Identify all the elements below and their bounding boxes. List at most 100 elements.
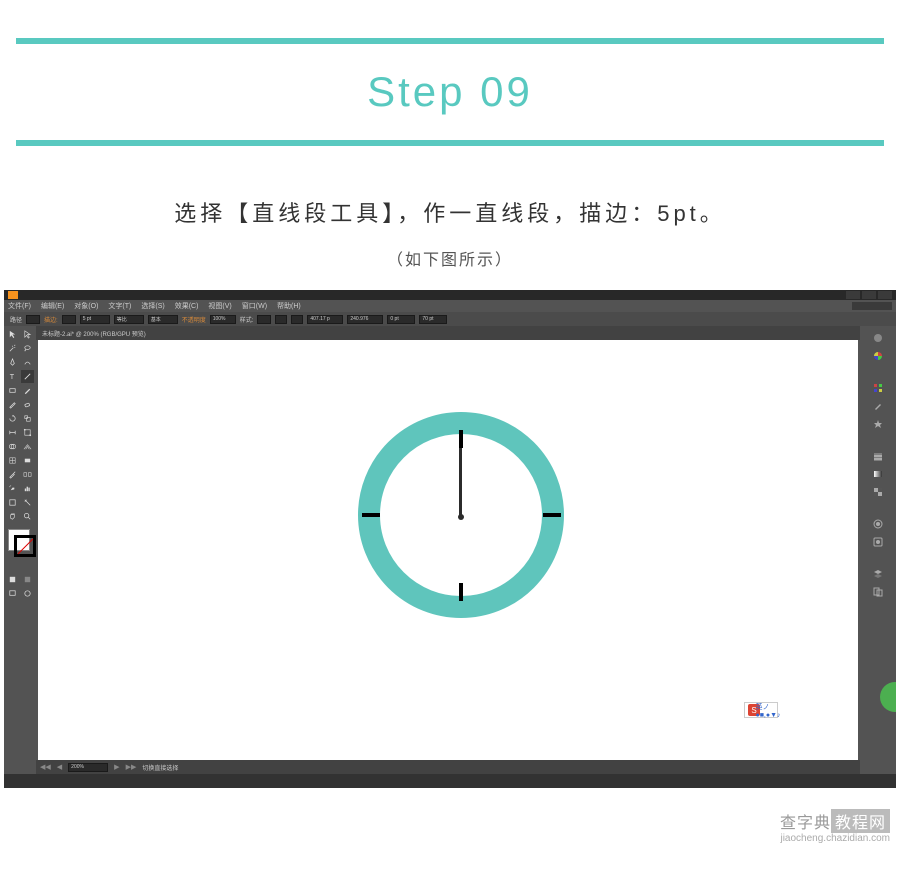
pen-tool[interactable] <box>6 356 19 369</box>
ime-toolbar[interactable]: S 英ノ●■,●▼♪ <box>744 702 778 718</box>
free-transform-tool[interactable] <box>21 426 34 439</box>
screen-mode-icon[interactable] <box>6 587 19 600</box>
shape-builder-tool[interactable] <box>6 440 19 453</box>
svg-text:T: T <box>10 372 15 381</box>
step-title: Step 09 <box>0 44 900 140</box>
style-swatch[interactable] <box>257 315 271 324</box>
artboard-tool[interactable] <box>6 496 19 509</box>
direct-selection-tool[interactable] <box>21 328 34 341</box>
canvas[interactable]: S 英ノ●■,●▼♪ <box>38 340 858 760</box>
menu-help[interactable]: 帮助(H) <box>277 301 301 311</box>
scale-tool[interactable] <box>21 412 34 425</box>
stroke-swatch[interactable] <box>62 315 76 324</box>
rotate-tool[interactable] <box>6 412 19 425</box>
menu-select[interactable]: 选择(S) <box>141 301 164 311</box>
brush-definition[interactable]: 基本 <box>148 315 178 324</box>
titlebar <box>4 290 896 300</box>
blend-tool[interactable] <box>21 468 34 481</box>
tick-6 <box>459 583 463 601</box>
color-guide-panel-icon[interactable] <box>870 348 886 364</box>
artboards-panel-icon[interactable] <box>870 584 886 600</box>
appearance-panel-icon[interactable] <box>870 516 886 532</box>
line-segment-tool[interactable] <box>21 370 34 383</box>
tick-3 <box>543 513 561 517</box>
menu-object[interactable]: 对象(O) <box>74 301 98 311</box>
gradient-mode-icon[interactable] <box>21 573 34 586</box>
menu-view[interactable]: 视图(V) <box>208 301 231 311</box>
gradient-tool[interactable] <box>21 454 34 467</box>
nav-first-icon[interactable]: ◀◀ <box>40 763 51 771</box>
style-label: 样式: <box>240 315 254 324</box>
stroke-profile[interactable]: 等比 <box>114 315 144 324</box>
nav-next-icon[interactable]: ▶ <box>114 763 119 771</box>
width-tool[interactable] <box>6 426 19 439</box>
rectangle-tool[interactable] <box>6 384 19 397</box>
gradient-panel-icon[interactable] <box>870 466 886 482</box>
h-input[interactable]: 70 pt <box>419 315 447 324</box>
nav-prev-icon[interactable]: ◀ <box>57 763 62 771</box>
paintbrush-tool[interactable] <box>21 384 34 397</box>
pencil-tool[interactable] <box>6 398 19 411</box>
menu-effect[interactable]: 效果(C) <box>175 301 199 311</box>
draw-mode-icon[interactable] <box>21 587 34 600</box>
transparency-panel-icon[interactable] <box>870 484 886 500</box>
color-panel-icon[interactable] <box>870 330 886 346</box>
watermark-url: jiaocheng.chazidian.com <box>780 833 890 844</box>
search-input[interactable] <box>852 302 892 310</box>
type-tool[interactable]: T <box>6 370 19 383</box>
magic-wand-tool[interactable] <box>6 342 19 355</box>
brushes-panel-icon[interactable] <box>870 398 886 414</box>
ime-status: 英ノ●■,●▼♪ <box>762 704 774 716</box>
eraser-tool[interactable] <box>21 398 34 411</box>
zoom-input[interactable]: 200% <box>68 763 108 772</box>
perspective-grid-tool[interactable] <box>21 440 34 453</box>
document-tab[interactable]: 未标题-2.ai* @ 200% (RGB/GPU 预览) <box>36 326 860 340</box>
curvature-tool[interactable] <box>21 356 34 369</box>
y-input[interactable]: 240.976 <box>347 315 383 324</box>
zoom-tool[interactable] <box>21 510 34 523</box>
stroke-label: 描边: <box>44 315 58 324</box>
slice-tool[interactable] <box>21 496 34 509</box>
fill-swatch[interactable] <box>26 315 40 324</box>
swatches-panel-icon[interactable] <box>870 380 886 396</box>
column-graph-tool[interactable] <box>21 482 34 495</box>
align-icon[interactable] <box>275 315 287 324</box>
stroke-panel-icon[interactable] <box>870 448 886 464</box>
illustrator-window: 文件(F) 编辑(E) 对象(O) 文字(T) 选择(S) 效果(C) 视图(V… <box>4 290 896 788</box>
stroke-weight-input[interactable]: 5 pt <box>80 315 110 324</box>
shape-icon[interactable] <box>291 315 303 324</box>
watermark-box: 教程网 <box>831 809 890 833</box>
w-input[interactable]: 0 pt <box>387 315 415 324</box>
nav-last-icon[interactable]: ▶▶ <box>126 763 137 771</box>
opacity-label: 不透明度 <box>182 315 206 324</box>
clock-center-dot <box>458 514 464 520</box>
opacity-input[interactable]: 100% <box>210 315 236 324</box>
symbol-sprayer-tool[interactable] <box>6 482 19 495</box>
x-input[interactable]: 407.17 p <box>307 315 343 324</box>
menu-edit[interactable]: 编辑(E) <box>41 301 64 311</box>
watermark-prefix: 查字典 <box>780 815 831 832</box>
color-mode-icon[interactable] <box>6 573 19 586</box>
toolbox: T <box>4 326 36 774</box>
symbols-panel-icon[interactable] <box>870 416 886 432</box>
menu-type[interactable]: 文字(T) <box>108 301 131 311</box>
canvas-area: 未标题-2.ai* @ 200% (RGB/GPU 预览) S 英ノ●■,●▼♪… <box>36 326 860 774</box>
hand-tool[interactable] <box>6 510 19 523</box>
stroke-color-swatch[interactable] <box>14 535 36 557</box>
clock-hand-line <box>459 448 462 518</box>
layers-panel-icon[interactable] <box>870 566 886 582</box>
color-swatch-area <box>6 527 34 561</box>
control-bar: 路径 描边: 5 pt 等比 基本 不透明度 100% 样式: 407.17 p… <box>4 312 896 326</box>
lasso-tool[interactable] <box>21 342 34 355</box>
watermark: 查字典教程网 jiaocheng.chazidian.com <box>780 809 890 844</box>
tick-9 <box>362 513 380 517</box>
workspace: T <box>4 326 896 774</box>
menu-window[interactable]: 窗口(W) <box>242 301 267 311</box>
graphic-styles-panel-icon[interactable] <box>870 534 886 550</box>
selection-tool[interactable] <box>6 328 19 341</box>
menu-file[interactable]: 文件(F) <box>8 301 31 311</box>
mesh-tool[interactable] <box>6 454 19 467</box>
app-logo-icon <box>8 291 18 299</box>
instruction-sub: （如下图所示） <box>0 246 900 270</box>
eyedropper-tool[interactable] <box>6 468 19 481</box>
